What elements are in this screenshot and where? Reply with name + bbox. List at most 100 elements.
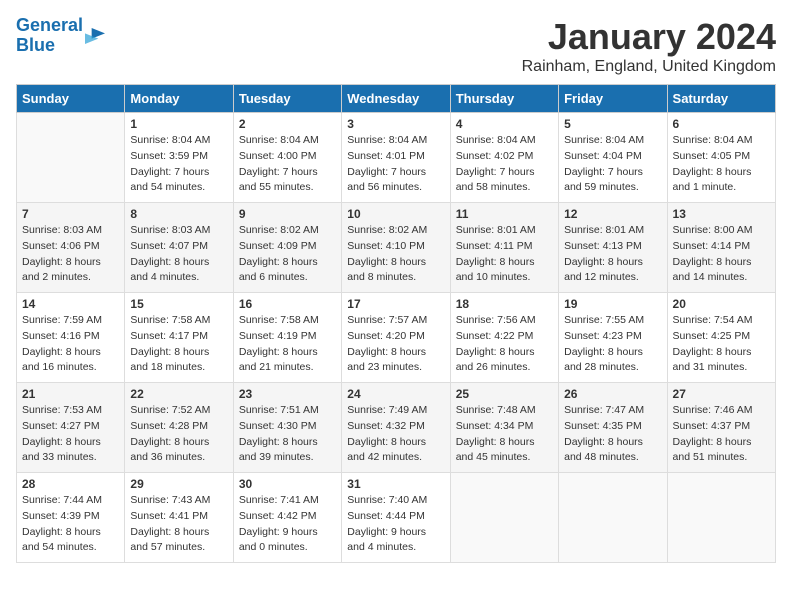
calendar-cell: 27Sunrise: 7:46 AMSunset: 4:37 PMDayligh… [667,383,775,473]
day-number: 27 [673,387,770,401]
sunset-text: Sunset: 4:11 PM [456,240,533,252]
day-info: Sunrise: 7:51 AMSunset: 4:30 PMDaylight:… [239,403,336,466]
sunset-text: Sunset: 4:32 PM [347,420,425,432]
sunrise-text: Sunrise: 8:04 AM [456,134,536,146]
day-info: Sunrise: 8:01 AMSunset: 4:11 PMDaylight:… [456,223,553,286]
sunset-text: Sunset: 4:23 PM [564,330,642,342]
day-number: 30 [239,477,336,491]
calendar-cell: 26Sunrise: 7:47 AMSunset: 4:35 PMDayligh… [559,383,667,473]
location: Rainham, England, United Kingdom [522,58,776,76]
calendar-cell [17,113,125,203]
logo: General Blue [16,16,105,56]
calendar-cell: 11Sunrise: 8:01 AMSunset: 4:11 PMDayligh… [450,203,558,293]
calendar-cell: 29 Sunrise: 7:43 AMSunset: 4:41 PMDayligh… [125,473,233,563]
day-number: 10 [347,207,444,221]
daylight-text: Daylight: 8 hours and 4 minutes. [130,256,209,284]
calendar-body: 1 Sunrise: 8:04 AMSunset: 3:59 PMDaylight… [17,113,776,563]
day-number: 1 [130,117,227,131]
sunset-text: Sunset: 4:01 PM [347,150,425,162]
sunrise-text: Sunrise: 8:00 AM [673,224,753,236]
calendar-cell: 23Sunrise: 7:51 AMSunset: 4:30 PMDayligh… [233,383,341,473]
calendar-cell: 10Sunrise: 8:02 AMSunset: 4:10 PMDayligh… [342,203,450,293]
daylight-text: Daylight: 7 hours and 59 minutes. [564,166,643,194]
day-number: 9 [239,207,336,221]
day-info: Sunrise: 7:57 AMSunset: 4:20 PMDaylight:… [347,313,444,376]
day-number: 13 [673,207,770,221]
calendar-cell: 4Sunrise: 8:04 AMSunset: 4:02 PMDaylight… [450,113,558,203]
calendar-cell: 17Sunrise: 7:57 AMSunset: 4:20 PMDayligh… [342,293,450,383]
day-info: Sunrise: 8:04 AMSunset: 3:59 PMDaylight:… [130,133,227,196]
sunset-text: Sunset: 4:09 PM [239,240,317,252]
daylight-text: Daylight: 8 hours and 48 minutes. [564,436,643,464]
daylight-text: Daylight: 9 hours and 0 minutes. [239,526,318,554]
sunrise-text: Sunrise: 8:04 AM [347,134,427,146]
sunrise-text: Sunrise: 7:55 AM [564,314,644,326]
week-row-5: 28Sunrise: 7:44 AMSunset: 4:39 PMDayligh… [17,473,776,563]
calendar-cell: 30 Sunrise: 7:41 AMSunset: 4:42 PMDayligh… [233,473,341,563]
daylight-text: Daylight: 8 hours and 1 minute. [673,166,752,194]
calendar-cell: 21Sunrise: 7:53 AMSunset: 4:27 PMDayligh… [17,383,125,473]
calendar-cell: 18Sunrise: 7:56 AMSunset: 4:22 PMDayligh… [450,293,558,383]
day-number: 20 [673,297,770,311]
week-row-3: 14Sunrise: 7:59 AMSunset: 4:16 PMDayligh… [17,293,776,383]
calendar-cell: 5Sunrise: 8:04 AMSunset: 4:04 PMDaylight… [559,113,667,203]
day-info: Sunrise: 7:54 AMSunset: 4:25 PMDaylight:… [673,313,770,376]
sunset-text: Sunset: 4:00 PM [239,150,317,162]
sunrise-text: Sunrise: 8:04 AM [239,134,319,146]
calendar-cell: 25Sunrise: 7:48 AMSunset: 4:34 PMDayligh… [450,383,558,473]
day-number: 15 [130,297,227,311]
day-info: Sunrise: 8:04 AMSunset: 4:04 PMDaylight:… [564,133,661,196]
sunset-text: Sunset: 4:27 PM [22,420,100,432]
calendar-cell: 7Sunrise: 8:03 AMSunset: 4:06 PMDaylight… [17,203,125,293]
day-info: Sunrise: 7:43 AMSunset: 4:41 PMDaylight:… [130,493,227,556]
sunrise-text: Sunrise: 7:48 AM [456,404,536,416]
calendar-cell: 8Sunrise: 8:03 AMSunset: 4:07 PMDaylight… [125,203,233,293]
day-info: Sunrise: 7:41 AMSunset: 4:42 PMDaylight:… [239,493,336,556]
sunrise-text: Sunrise: 7:57 AM [347,314,427,326]
daylight-text: Daylight: 8 hours and 14 minutes. [673,256,752,284]
header-day-monday: Monday [125,85,233,113]
calendar-cell: 6Sunrise: 8:04 AMSunset: 4:05 PMDaylight… [667,113,775,203]
daylight-text: Daylight: 8 hours and 2 minutes. [22,256,101,284]
calendar-cell [559,473,667,563]
sunset-text: Sunset: 4:16 PM [22,330,100,342]
day-info: Sunrise: 7:56 AMSunset: 4:22 PMDaylight:… [456,313,553,376]
day-number: 31 [347,477,444,491]
daylight-text: Daylight: 8 hours and 39 minutes. [239,436,318,464]
daylight-text: Daylight: 9 hours and 4 minutes. [347,526,426,554]
page-header: General Blue January 2024 Rainham, Engla… [16,16,776,76]
daylight-text: Daylight: 8 hours and 10 minutes. [456,256,535,284]
header-day-friday: Friday [559,85,667,113]
sunset-text: Sunset: 4:34 PM [456,420,534,432]
sunrise-text: Sunrise: 7:47 AM [564,404,644,416]
day-info: Sunrise: 7:44 AMSunset: 4:39 PMDaylight:… [22,493,119,556]
sunrise-text: Sunrise: 8:03 AM [130,224,210,236]
day-info: Sunrise: 8:01 AMSunset: 4:13 PMDaylight:… [564,223,661,286]
day-info: Sunrise: 8:04 AMSunset: 4:05 PMDaylight:… [673,133,770,196]
calendar-cell: 22Sunrise: 7:52 AMSunset: 4:28 PMDayligh… [125,383,233,473]
calendar-cell: 3Sunrise: 8:04 AMSunset: 4:01 PMDaylight… [342,113,450,203]
daylight-text: Daylight: 8 hours and 51 minutes. [673,436,752,464]
sunrise-text: Sunrise: 7:56 AM [456,314,536,326]
sunrise-text: Sunrise: 8:01 AM [564,224,644,236]
calendar-cell: 12Sunrise: 8:01 AMSunset: 4:13 PMDayligh… [559,203,667,293]
sunrise-text: Sunrise: 7:52 AM [130,404,210,416]
daylight-text: Daylight: 8 hours and 23 minutes. [347,346,426,374]
calendar-header: SundayMondayTuesdayWednesdayThursdayFrid… [17,85,776,113]
daylight-text: Daylight: 8 hours and 12 minutes. [564,256,643,284]
day-info: Sunrise: 7:55 AMSunset: 4:23 PMDaylight:… [564,313,661,376]
sunset-text: Sunset: 4:25 PM [673,330,751,342]
day-number: 4 [456,117,553,131]
daylight-text: Daylight: 8 hours and 31 minutes. [673,346,752,374]
sunrise-text: Sunrise: 8:02 AM [239,224,319,236]
day-number: 19 [564,297,661,311]
day-number: 29 [130,477,227,491]
day-info: Sunrise: 7:48 AMSunset: 4:34 PMDaylight:… [456,403,553,466]
day-number: 2 [239,117,336,131]
daylight-text: Daylight: 8 hours and 54 minutes. [22,526,101,554]
header-day-sunday: Sunday [17,85,125,113]
calendar-cell: 20 Sunrise: 7:54 AMSunset: 4:25 PMDayligh… [667,293,775,383]
sunset-text: Sunset: 4:35 PM [564,420,642,432]
sunrise-text: Sunrise: 7:58 AM [239,314,319,326]
sunset-text: Sunset: 4:10 PM [347,240,425,252]
